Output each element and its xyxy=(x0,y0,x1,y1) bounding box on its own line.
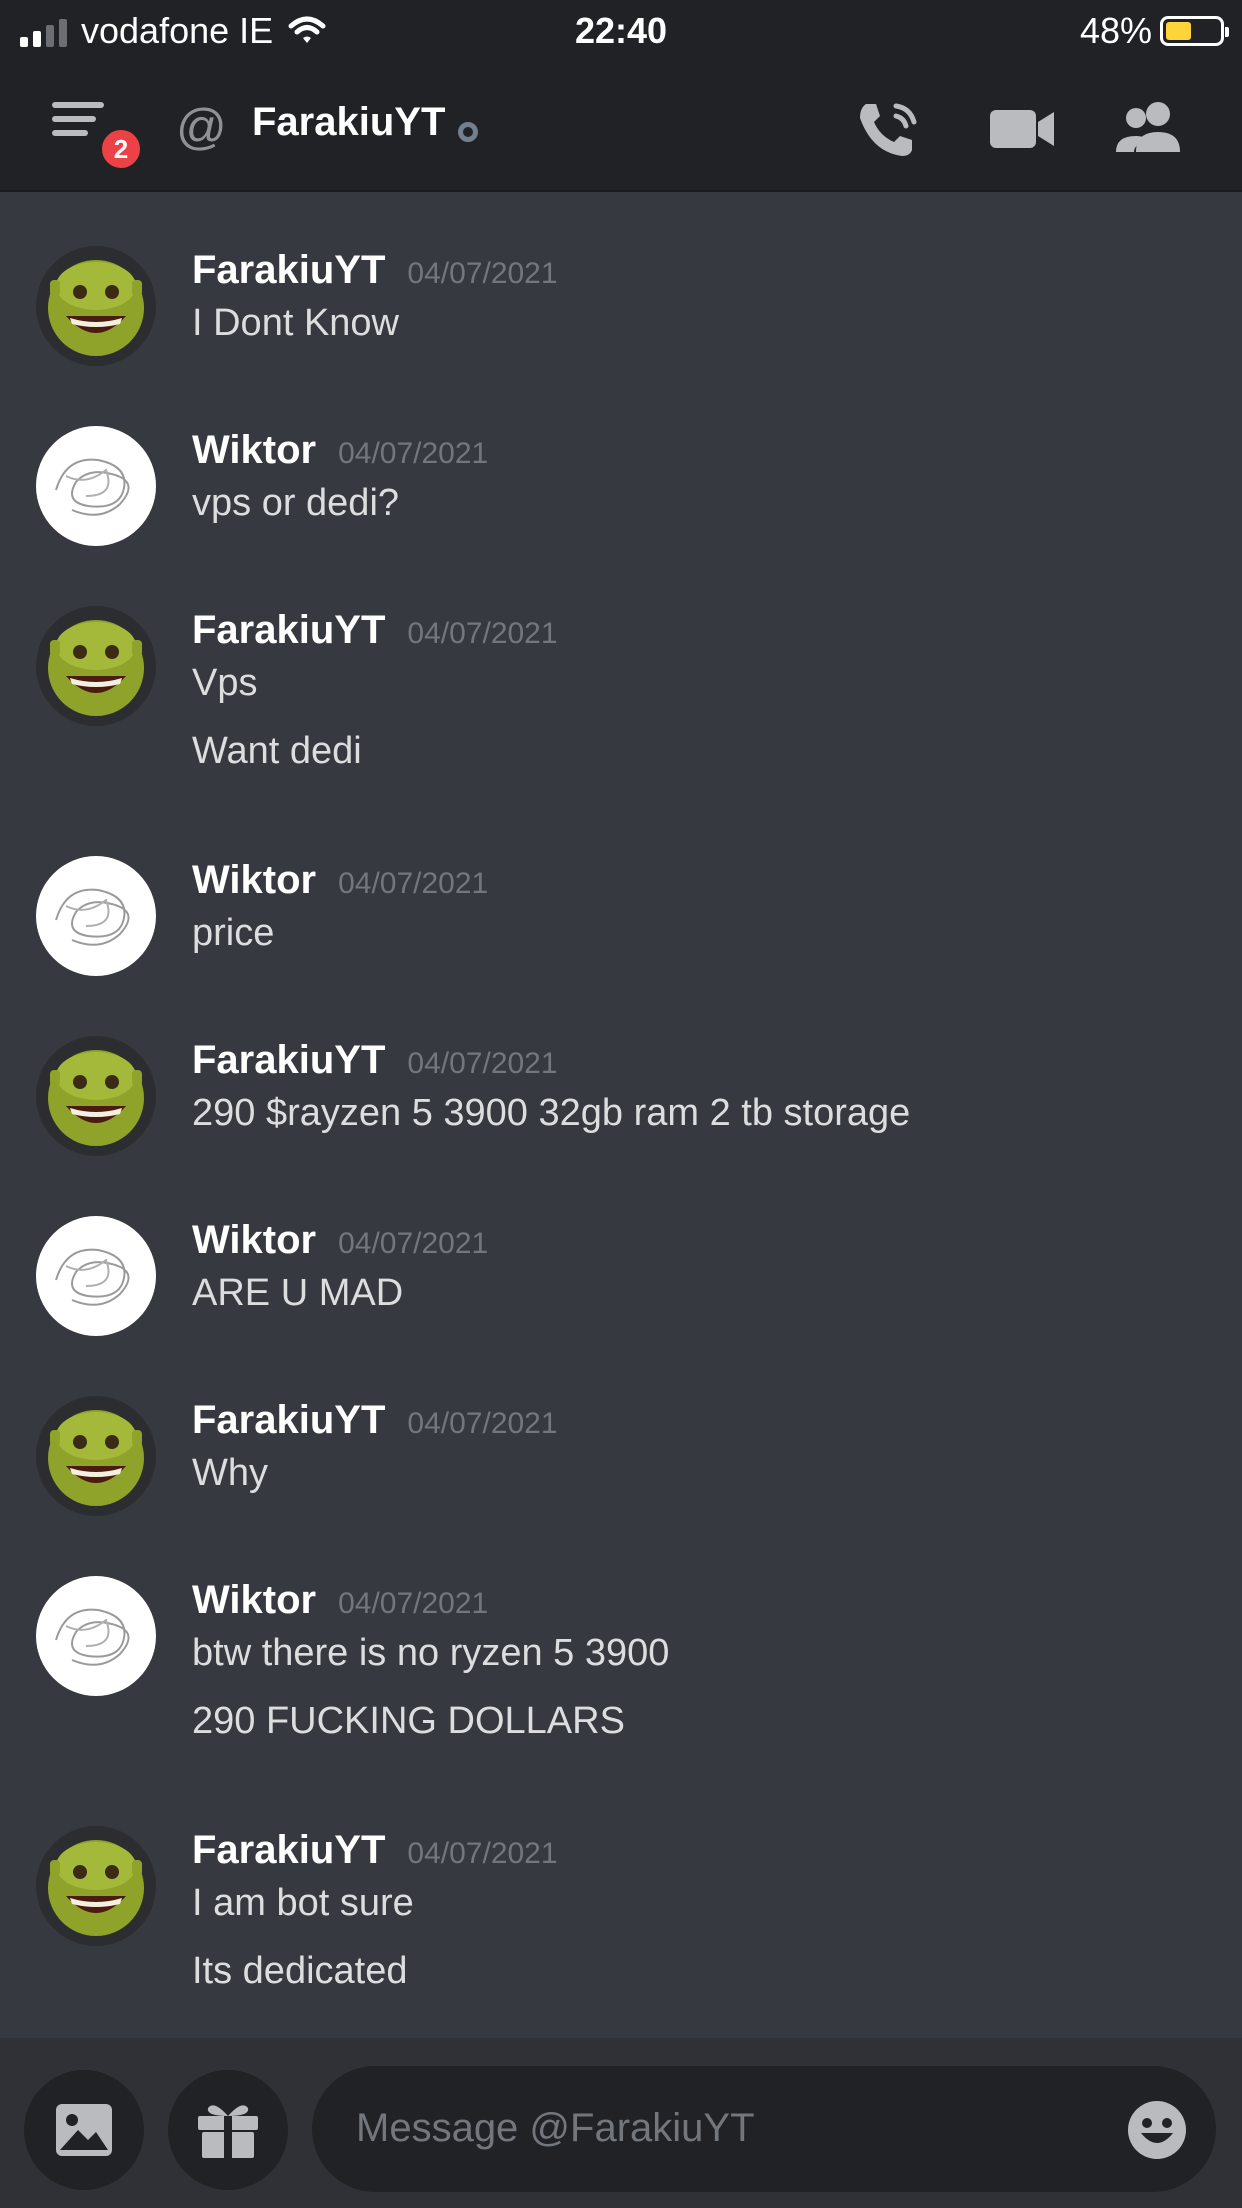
clock: 22:40 xyxy=(574,10,668,51)
message-text: btw there is no ryzen 5 3900 xyxy=(192,1632,670,1674)
message-list[interactable]: FarakiuYT 04/07/2021 I Dont Know Wiktor 04… xyxy=(0,192,1242,2038)
message-composer: Message @FarakiuYT xyxy=(0,2038,1242,2208)
message-text: price xyxy=(192,912,275,954)
message-author[interactable]: Wiktor 04/07/2021 xyxy=(192,1578,488,1623)
message-timestamp: 04/07/2021 xyxy=(407,257,558,290)
message-placeholder: Message @FarakiuYT xyxy=(356,2106,755,2150)
avatar[interactable] xyxy=(36,606,156,726)
message-text: Want dedi xyxy=(192,730,362,772)
avatar[interactable] xyxy=(36,246,156,366)
message-timestamp: 04/07/2021 xyxy=(407,1407,558,1440)
menu-icon xyxy=(52,102,104,108)
message-text: Its dedicated xyxy=(192,1950,408,1992)
avatar[interactable] xyxy=(36,1036,156,1156)
message-author[interactable]: FarakiuYT 04/07/2021 xyxy=(192,248,558,293)
offline-status-icon xyxy=(458,122,478,142)
dm-header: 2 @ FarakiuYT xyxy=(0,62,1242,192)
message-author[interactable]: FarakiuYT 04/07/2021 xyxy=(192,1828,558,1873)
message-text: I Dont Know xyxy=(192,302,399,344)
message-timestamp: 04/07/2021 xyxy=(338,867,489,900)
message-author[interactable]: FarakiuYT 04/07/2021 xyxy=(192,608,558,653)
video-icon[interactable] xyxy=(988,98,1060,158)
message-text: 290 $rayzen 5 3900 32gb ram 2 tb storage xyxy=(192,1092,911,1134)
message-text: Why xyxy=(192,1452,268,1494)
message-text: vps or dedi? xyxy=(192,482,400,524)
message-timestamp: 04/07/2021 xyxy=(338,437,489,470)
at-icon: @ xyxy=(176,99,227,155)
avatar[interactable] xyxy=(36,1396,156,1516)
image-icon xyxy=(56,2104,112,2156)
gift-icon xyxy=(198,2105,258,2158)
call-icon[interactable] xyxy=(852,98,924,158)
message-text: Vps xyxy=(192,662,258,704)
avatar[interactable] xyxy=(36,1826,156,1946)
notification-badge: 2 xyxy=(96,124,146,174)
menu-button[interactable]: 2 xyxy=(52,100,146,174)
message-author[interactable]: Wiktor 04/07/2021 xyxy=(192,428,488,473)
message-author[interactable]: Wiktor 04/07/2021 xyxy=(192,1218,488,1263)
avatar[interactable] xyxy=(36,1576,156,1696)
status-bar: vodafone IE 22:40 48% xyxy=(0,0,1242,62)
avatar[interactable] xyxy=(36,1216,156,1336)
message-timestamp: 04/07/2021 xyxy=(407,1837,558,1870)
message-input[interactable]: Message @FarakiuYT xyxy=(312,2066,1216,2192)
message-text: I am bot sure xyxy=(192,1882,414,1924)
message-text: 290 FUCKING DOLLARS xyxy=(192,1700,625,1742)
battery-percent: 48% xyxy=(1079,10,1152,51)
message-timestamp: 04/07/2021 xyxy=(338,1587,489,1620)
message-author[interactable]: Wiktor 04/07/2021 xyxy=(192,858,488,903)
members-icon[interactable] xyxy=(1114,98,1186,158)
channel-title[interactable]: FarakiuYT xyxy=(252,100,445,145)
avatar[interactable] xyxy=(36,426,156,546)
message-timestamp: 04/07/2021 xyxy=(407,1047,558,1080)
attach-image-button[interactable] xyxy=(24,2070,144,2190)
message-author[interactable]: FarakiuYT 04/07/2021 xyxy=(192,1398,558,1443)
status-right: 48% xyxy=(1079,10,1229,52)
message-timestamp: 04/07/2021 xyxy=(338,1227,489,1260)
message-text: ARE U MAD xyxy=(192,1272,404,1314)
message-timestamp: 04/07/2021 xyxy=(407,617,558,650)
gift-button[interactable] xyxy=(168,2070,288,2190)
battery-icon xyxy=(1160,16,1229,46)
avatar[interactable] xyxy=(36,856,156,976)
message-author[interactable]: FarakiuYT 04/07/2021 xyxy=(192,1038,558,1083)
emoji-icon[interactable] xyxy=(1126,2099,1188,2161)
